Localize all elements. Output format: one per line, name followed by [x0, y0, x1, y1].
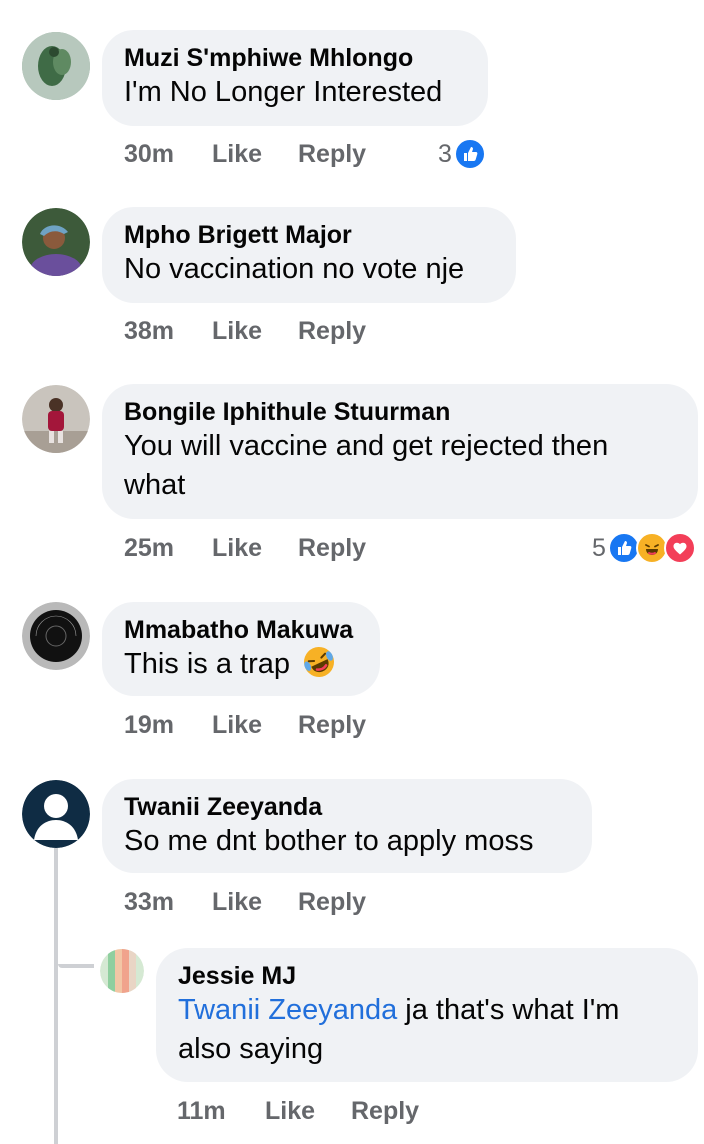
comment-bubble: Muzi S'mphiwe Mhlongo I'm No Longer Inte… [102, 30, 488, 126]
comment-text-line-1: You will vaccine and get rejected then [124, 430, 609, 462]
avatar[interactable] [22, 385, 90, 453]
comment-text: This is a trap [124, 645, 358, 690]
like-button[interactable]: Like [212, 888, 262, 917]
comment-time[interactable]: 25m [124, 534, 174, 563]
reply-button[interactable]: Reply [298, 888, 366, 917]
comment-bubble: Jessie MJ Twanii Zeeyanda ja that's what… [156, 948, 698, 1082]
like-button[interactable]: Like [212, 317, 262, 346]
reply-button[interactable]: Reply [351, 1097, 419, 1126]
reaction-summary[interactable]: 3 [438, 138, 486, 170]
comment-author[interactable]: Twanii Zeeyanda [124, 792, 570, 822]
comment-author[interactable]: Mpho Brigett Major [124, 220, 494, 250]
comment-text: So me dnt bother to apply moss [124, 825, 534, 857]
comment-text-line-2: what [124, 469, 186, 501]
comment-text-line-1: Twanii Zeeyanda ja that's what I'm [178, 991, 676, 1030]
reaction-count: 3 [438, 139, 452, 168]
comment-text-line-2: also saying [178, 1033, 324, 1065]
comment-text-content: This is a trap [124, 648, 290, 680]
comment-text-content: ja that's what I'm [397, 994, 620, 1026]
rolling-laughing-emoji [302, 645, 336, 690]
comment-author[interactable]: Mmabatho Makuwa [124, 615, 358, 645]
comment-text: I'm No Longer Interested [124, 76, 443, 108]
comment-bubble: Twanii Zeeyanda So me dnt bother to appl… [102, 779, 592, 873]
comment-author[interactable]: Bongile Iphithule Stuurman [124, 397, 676, 427]
avatar[interactable] [22, 780, 90, 848]
comment-time[interactable]: 19m [124, 711, 174, 740]
like-icon [453, 138, 486, 170]
comment-bubble: Bongile Iphithule Stuurman You will vacc… [102, 384, 698, 519]
love-icon [663, 532, 696, 564]
reply-button[interactable]: Reply [298, 534, 366, 563]
comment-time[interactable]: 11m [177, 1097, 226, 1126]
like-button[interactable]: Like [212, 140, 262, 169]
reply-button[interactable]: Reply [298, 711, 366, 740]
thread-connector [58, 964, 94, 968]
reaction-summary[interactable]: 5 [592, 532, 696, 564]
comment-time[interactable]: 30m [124, 140, 174, 169]
like-button[interactable]: Like [212, 711, 262, 740]
comment-author[interactable]: Jessie MJ [178, 961, 676, 991]
comment-author[interactable]: Muzi S'mphiwe Mhlongo [124, 43, 466, 73]
comment-bubble: Mmabatho Makuwa This is a trap [102, 602, 380, 696]
comment-bubble: Mpho Brigett Major No vaccination no vot… [102, 207, 516, 303]
comment-time[interactable]: 38m [124, 317, 174, 346]
comment-text: No vaccination no vote nje [124, 253, 465, 285]
thread-line [54, 848, 58, 1144]
avatar[interactable] [22, 602, 90, 670]
comment-time[interactable]: 33m [124, 888, 174, 917]
avatar[interactable] [22, 32, 90, 100]
reaction-count: 5 [592, 533, 606, 562]
mention-link[interactable]: Twanii Zeeyanda [178, 994, 397, 1026]
avatar[interactable] [22, 208, 90, 276]
reply-button[interactable]: Reply [298, 140, 366, 169]
like-button[interactable]: Like [212, 534, 262, 563]
like-button[interactable]: Like [265, 1097, 315, 1126]
reply-button[interactable]: Reply [298, 317, 366, 346]
avatar[interactable] [100, 949, 144, 993]
